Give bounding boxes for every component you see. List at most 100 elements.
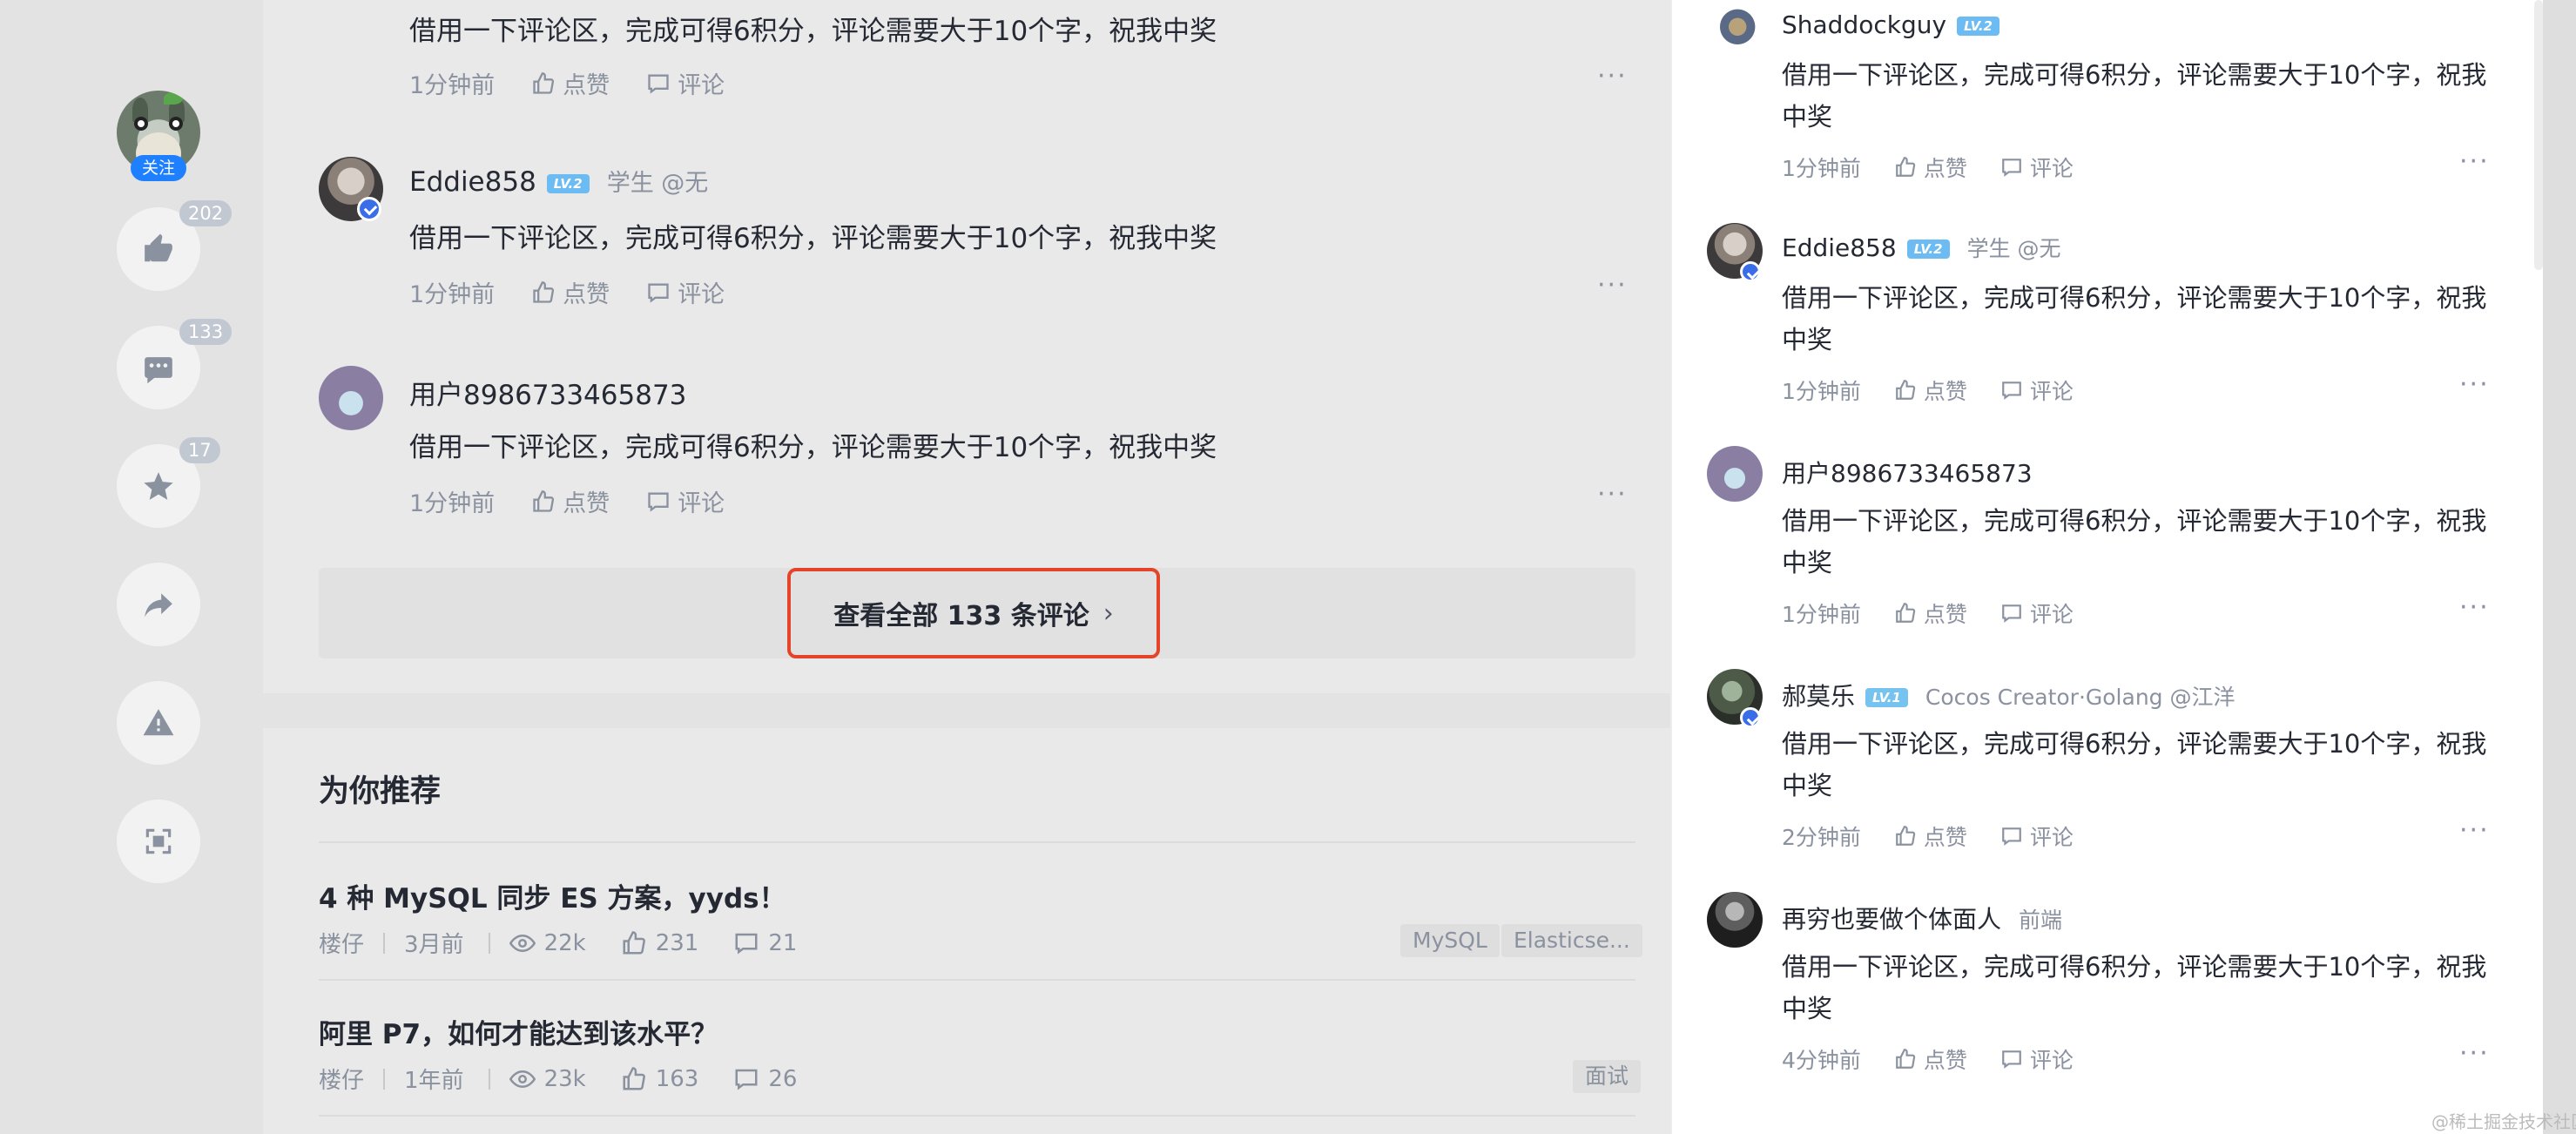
- author-job: Cocos Creator·Golang @江洋: [1925, 685, 2235, 710]
- comment-author[interactable]: Shaddockguy LV.2: [1782, 10, 1999, 39]
- comment-reply-action[interactable]: 评论: [2000, 152, 2074, 183]
- comment-text: 借用一下评论区，完成可得6积分，评论需要大于10个字，祝我中奖: [1782, 283, 2487, 354]
- article-time: 1年前: [404, 1068, 464, 1094]
- article-tag[interactable]: 面试: [1573, 1060, 1642, 1093]
- comment-actions: 1分钟前 点赞 评论: [409, 275, 725, 309]
- warning-icon: [143, 709, 174, 736]
- comment-outline-icon: [2002, 159, 2021, 177]
- more-menu-icon[interactable]: ···: [2459, 815, 2490, 846]
- article-tag[interactable]: MySQL: [1400, 924, 1500, 957]
- article-title[interactable]: 阿里 P7，如何才能达到该水平？: [319, 1012, 718, 1051]
- more-menu-icon[interactable]: ···: [2459, 369, 2490, 400]
- article-meta: 楼仔 1年前 23k 163 26: [319, 1063, 832, 1095]
- comment-like-action[interactable]: 点赞: [1894, 820, 1967, 852]
- comment-actions: 2分钟前 点赞 评论: [1782, 820, 2074, 852]
- article-views: 22k: [509, 930, 586, 956]
- comment-like-action[interactable]: 点赞: [531, 275, 610, 309]
- comment-time: 1分钟前: [1782, 156, 1861, 181]
- article-title[interactable]: 4 种 MySQL 同步 ES 方案，yyds！: [319, 876, 786, 915]
- fullscreen-icon: [145, 828, 172, 854]
- article-meta: 楼仔 3月前 22k 231 21: [319, 927, 832, 959]
- comment-reply-action[interactable]: 评论: [646, 275, 725, 309]
- comment-actions: 4分钟前 点赞 评论: [1782, 1043, 2074, 1075]
- level-badge: LV.2: [1906, 240, 1950, 259]
- verified-badge-icon: [1740, 261, 1761, 282]
- comment-author[interactable]: Eddie858 LV.2 学生 @无: [1782, 232, 2061, 263]
- divider: [319, 979, 1635, 981]
- comment-reply-action[interactable]: 评论: [646, 66, 725, 100]
- more-menu-icon[interactable]: ···: [2459, 1038, 2490, 1069]
- comment-like-action[interactable]: 点赞: [531, 484, 610, 518]
- eye-icon: [509, 1070, 536, 1088]
- comment-avatar[interactable]: [1707, 2, 1763, 57]
- thumbs-up-outline-icon: [1896, 1049, 1916, 1069]
- comment-actions: 1分钟前 点赞 评论: [409, 484, 725, 518]
- report-button[interactable]: [117, 681, 200, 765]
- comment-author[interactable]: 郝莫乐 LV.1 Cocos Creator·Golang @江洋: [1782, 678, 2235, 712]
- comment-text: 借用一下评论区，完成可得6积分，评论需要大于10个字，祝我中奖: [409, 432, 1217, 463]
- comment-count: 133: [179, 319, 233, 345]
- more-menu-icon[interactable]: ···: [2459, 592, 2490, 623]
- comment-reply-action[interactable]: 评论: [2000, 1043, 2074, 1075]
- comment-outline-icon: [2002, 381, 2021, 400]
- comment-button[interactable]: 133: [117, 319, 233, 409]
- article-likes: 163: [621, 1066, 698, 1092]
- thumbs-up-icon: [145, 233, 172, 262]
- comment-like-action[interactable]: 点赞: [1894, 597, 1967, 629]
- follow-button[interactable]: 关注: [131, 155, 186, 181]
- like-button[interactable]: 202: [117, 200, 233, 291]
- thumbs-up-outline-icon: [533, 71, 555, 94]
- article-author[interactable]: 楼仔: [319, 927, 364, 959]
- drawer-scrollbar[interactable]: [2534, 0, 2543, 270]
- comment-time: 2分钟前: [1782, 825, 1861, 850]
- comment-reply-action[interactable]: 评论: [2000, 820, 2074, 852]
- article-tag[interactable]: Elasticse...: [1501, 924, 1642, 957]
- comment-author[interactable]: 再穷也要做个体面人 前端: [1782, 901, 2062, 935]
- comment-like-action[interactable]: 点赞: [1894, 1043, 1967, 1075]
- page-background-right: [2543, 0, 2576, 1134]
- thumbs-up-outline-icon: [533, 280, 555, 303]
- author-job: 学生 @无: [1966, 236, 2061, 261]
- watermark: @稀土掘金技术社区: [2431, 1111, 2576, 1132]
- comment-reply-action[interactable]: 评论: [646, 484, 725, 518]
- comment-reply-action[interactable]: 评论: [2000, 597, 2074, 629]
- comment-avatar[interactable]: [319, 366, 383, 430]
- eye-icon: [509, 934, 536, 952]
- divider: [319, 1115, 1635, 1117]
- more-menu-icon[interactable]: ···: [1597, 479, 1628, 510]
- author-job: 前端: [2019, 908, 2063, 933]
- comment-reply-action[interactable]: 评论: [2000, 375, 2074, 406]
- comment-text: 借用一下评论区，完成可得6积分，评论需要大于10个字，祝我中奖: [1782, 60, 2487, 132]
- comment-author[interactable]: 用户8986733465873: [1782, 455, 2033, 489]
- comment-text: 借用一下评论区，完成可得6积分，评论需要大于10个字，祝我中奖: [409, 223, 1217, 254]
- collect-button[interactable]: 17: [117, 437, 220, 528]
- more-menu-icon[interactable]: ···: [1597, 61, 1628, 91]
- share-button[interactable]: [117, 563, 200, 646]
- verified-badge-icon: [1740, 707, 1761, 728]
- verified-badge-icon: [357, 197, 381, 221]
- author-job: 学生 @无: [606, 170, 709, 197]
- comment-actions: 1分钟前 点赞 评论: [1782, 597, 2074, 629]
- comment-author[interactable]: 用户8986733465873: [409, 373, 686, 412]
- divider: [319, 841, 1635, 843]
- comment-avatar[interactable]: [1707, 446, 1763, 502]
- comment-like-action[interactable]: 点赞: [1894, 375, 1967, 406]
- comment-outline-icon: [2002, 604, 2021, 623]
- comment-outline-icon: [735, 1069, 758, 1090]
- comment-time: 1分钟前: [409, 72, 496, 99]
- section-gap: [263, 693, 1670, 728]
- more-menu-icon[interactable]: ···: [2459, 146, 2490, 177]
- more-menu-icon[interactable]: ···: [1597, 270, 1628, 300]
- comment-avatar[interactable]: [1707, 892, 1763, 948]
- level-badge: LV.1: [1865, 688, 1908, 707]
- comment-time: 1分钟前: [1782, 379, 1861, 404]
- comment-like-action[interactable]: 点赞: [531, 66, 610, 100]
- thumbs-up-outline-icon: [533, 489, 555, 512]
- article-author[interactable]: 楼仔: [319, 1063, 364, 1095]
- thumbs-up-outline-icon: [623, 930, 645, 954]
- comment-like-action[interactable]: 点赞: [1894, 152, 1967, 183]
- thumbs-up-outline-icon: [1896, 380, 1916, 400]
- fullscreen-button[interactable]: [117, 800, 200, 883]
- comment-author[interactable]: Eddie858 LV.2 学生 @无: [409, 164, 708, 198]
- view-all-comments-button[interactable]: 查看全部 133 条评论 ›: [787, 568, 1160, 658]
